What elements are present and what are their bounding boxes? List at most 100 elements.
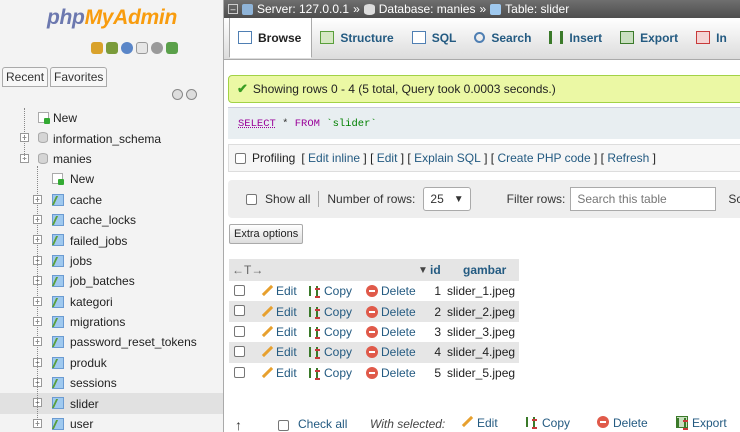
tree-item-label[interactable]: user bbox=[70, 417, 93, 431]
collapse-nav-icon[interactable]: – bbox=[228, 4, 238, 14]
tree-item-migrations[interactable]: + migrations bbox=[0, 312, 223, 332]
tree-item-label[interactable]: migrations bbox=[70, 315, 125, 329]
database-icon[interactable] bbox=[38, 132, 48, 144]
tree-item-information-schema[interactable]: + information_schema bbox=[0, 128, 223, 148]
link-explain-sql[interactable]: Explain SQL bbox=[414, 151, 481, 165]
row-copy-button[interactable]: Copy bbox=[309, 325, 352, 339]
row-checkbox[interactable] bbox=[234, 366, 245, 378]
rows-select[interactable]: 25 ▼ bbox=[423, 187, 471, 211]
tree-item-label[interactable]: jobs bbox=[70, 254, 92, 268]
tree-item-password-reset-tokens[interactable]: + password_reset_tokens bbox=[0, 332, 223, 352]
table-icon[interactable] bbox=[52, 377, 64, 390]
tree-item-label[interactable]: failed_jobs bbox=[70, 234, 127, 248]
tree-item-new[interactable]: New bbox=[0, 108, 223, 128]
check-all-label[interactable]: Check all bbox=[298, 417, 347, 431]
row-delete-button[interactable]: Delete bbox=[366, 325, 416, 339]
bulk-edit-button[interactable]: Edit bbox=[461, 416, 498, 430]
cell-gambar[interactable]: slider_2.jpeg bbox=[447, 305, 515, 319]
row-edit-button[interactable]: Edit bbox=[261, 305, 297, 319]
cell-gambar[interactable]: slider_5.jpeg bbox=[447, 366, 515, 380]
tab-sql[interactable]: SQL bbox=[404, 18, 467, 57]
extra-options-button[interactable]: Extra options bbox=[229, 224, 304, 244]
tree-item-label[interactable]: information_schema bbox=[53, 132, 161, 146]
column-header-gambar[interactable]: gambar bbox=[463, 263, 506, 277]
row-edit-button[interactable]: Edit bbox=[261, 366, 297, 380]
bulk-copy-button[interactable]: Copy bbox=[526, 416, 570, 430]
help-icon[interactable] bbox=[121, 42, 133, 54]
breadcrumb-server[interactable]: Server: 127.0.0.1 bbox=[257, 2, 349, 16]
sql-keyword-select[interactable]: SELECT bbox=[238, 118, 276, 130]
link-refresh[interactable]: Refresh bbox=[607, 151, 649, 165]
logout-icon[interactable] bbox=[106, 42, 118, 54]
tree-item-manies[interactable]: − manies bbox=[0, 149, 223, 169]
collapse-all-icon[interactable] bbox=[172, 89, 183, 100]
tab-recent[interactable]: Recent bbox=[2, 67, 49, 87]
reload-icon[interactable] bbox=[166, 42, 178, 54]
tree-item-label[interactable]: cache bbox=[70, 193, 102, 207]
tree-item-produk[interactable]: + produk bbox=[0, 353, 223, 373]
check-all-checkbox[interactable] bbox=[278, 420, 289, 431]
row-copy-button[interactable]: Copy bbox=[309, 345, 352, 360]
link-with-main-icon[interactable] bbox=[186, 89, 197, 100]
table-icon[interactable] bbox=[52, 193, 64, 206]
sql-keyword-from[interactable]: FROM bbox=[295, 118, 320, 130]
tree-item-cache-locks[interactable]: + cache_locks bbox=[0, 210, 223, 230]
tree-item-label[interactable]: slider bbox=[70, 397, 99, 411]
tree-item-kategori[interactable]: + kategori bbox=[0, 292, 223, 312]
cell-id[interactable]: 2 bbox=[425, 305, 441, 319]
cell-gambar[interactable]: slider_1.jpeg bbox=[447, 284, 515, 298]
tab-browse[interactable]: Browse bbox=[229, 18, 313, 58]
tree-item-job-batches[interactable]: + job_batches bbox=[0, 271, 223, 291]
tab-insert[interactable]: Insert bbox=[541, 18, 612, 57]
link-create-php[interactable]: Create PHP code bbox=[497, 151, 590, 165]
tree-item-slider[interactable]: + slider bbox=[0, 393, 223, 414]
tree-item-label[interactable]: manies bbox=[53, 152, 92, 166]
table-icon[interactable] bbox=[52, 295, 64, 308]
database-icon[interactable] bbox=[38, 152, 48, 164]
bulk-delete-button[interactable]: Delete bbox=[597, 416, 648, 430]
row-copy-button[interactable]: Copy bbox=[309, 366, 352, 380]
row-delete-button[interactable]: Delete bbox=[366, 366, 416, 380]
breadcrumb-database[interactable]: Database: manies bbox=[379, 2, 476, 16]
link-edit[interactable]: Edit bbox=[377, 151, 398, 165]
tab-favorites[interactable]: Favorites bbox=[50, 67, 108, 87]
home-icon[interactable] bbox=[91, 42, 103, 54]
row-copy-button[interactable]: Copy bbox=[309, 284, 352, 299]
tree-item-label[interactable]: job_batches bbox=[70, 274, 135, 288]
row-checkbox[interactable] bbox=[234, 346, 245, 358]
table-icon[interactable] bbox=[52, 254, 64, 267]
tree-item-label[interactable]: New bbox=[53, 111, 77, 125]
filter-search-input[interactable]: Search this table bbox=[570, 187, 717, 211]
tree-item-label[interactable]: produk bbox=[70, 356, 107, 370]
row-copy-button[interactable]: Copy bbox=[309, 305, 352, 319]
cell-gambar[interactable]: slider_3.jpeg bbox=[447, 325, 515, 339]
row-checkbox[interactable] bbox=[234, 305, 245, 317]
table-icon[interactable] bbox=[52, 397, 64, 410]
row-delete-button[interactable]: Delete bbox=[366, 345, 416, 359]
table-icon[interactable] bbox=[52, 336, 64, 349]
row-edit-button[interactable]: Edit bbox=[261, 284, 297, 298]
row-checkbox[interactable] bbox=[234, 285, 245, 296]
tree-item-label[interactable]: New bbox=[70, 172, 94, 186]
row-checkbox[interactable] bbox=[234, 325, 245, 337]
breadcrumb-table[interactable]: Table: slider bbox=[505, 2, 569, 16]
profiling-checkbox[interactable] bbox=[235, 152, 246, 164]
tab-export[interactable]: Export bbox=[612, 18, 688, 57]
row-edit-button[interactable]: Edit bbox=[261, 325, 297, 339]
link-edit-inline[interactable]: Edit inline bbox=[308, 151, 360, 165]
tab-import[interactable]: In bbox=[688, 18, 737, 57]
tab-structure[interactable]: Structure bbox=[312, 18, 403, 57]
cell-id[interactable]: 5 bbox=[425, 366, 441, 380]
new-icon[interactable] bbox=[38, 112, 50, 124]
tab-search[interactable]: Search bbox=[466, 18, 541, 57]
show-all-checkbox[interactable] bbox=[246, 193, 257, 205]
cell-id[interactable]: 1 bbox=[425, 284, 441, 298]
column-header-id[interactable]: id bbox=[430, 263, 441, 277]
bulk-export-button[interactable]: Export bbox=[676, 416, 727, 430]
tree-item-sessions[interactable]: + sessions bbox=[0, 373, 223, 393]
tree-item-label[interactable]: sessions bbox=[70, 376, 117, 390]
column-move-arrows[interactable]: ←T→ bbox=[232, 263, 263, 277]
row-delete-button[interactable]: Delete bbox=[366, 305, 416, 319]
table-icon[interactable] bbox=[52, 417, 64, 430]
docs-icon[interactable] bbox=[136, 42, 148, 54]
